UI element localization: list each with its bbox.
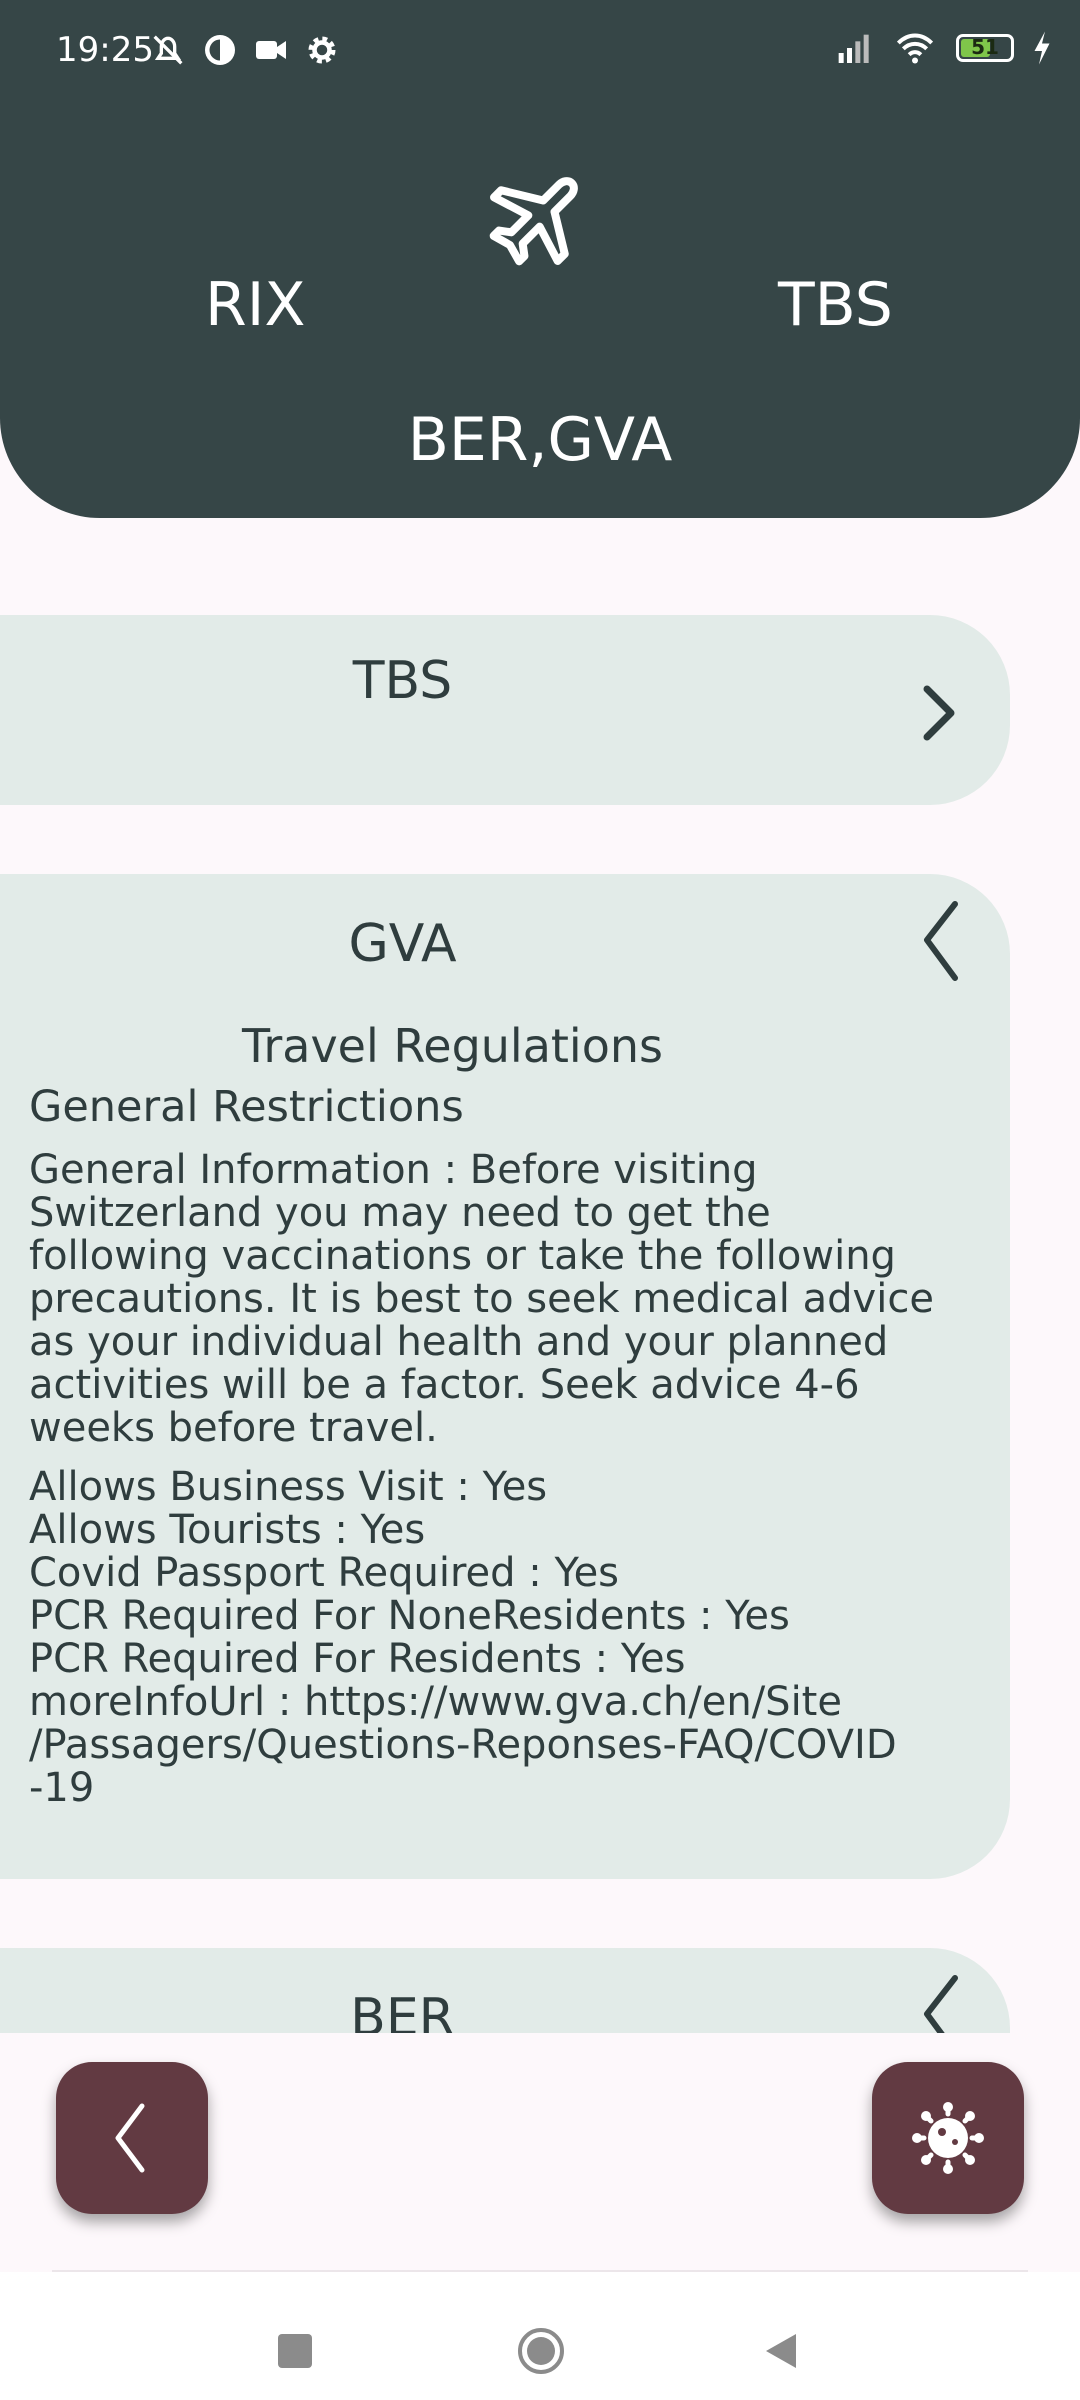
tourists-line: Allows Tourists : Yes (29, 1507, 426, 1553)
wifi-icon (896, 33, 934, 64)
silent-bell-icon (153, 35, 183, 65)
chevron-left-icon[interactable] (915, 896, 963, 986)
layover-codes: BER,GVA (407, 405, 673, 475)
battery-icon: 51 (956, 34, 1014, 62)
charging-bolt-icon (1034, 31, 1050, 65)
destinations-list: TBS GVA Travel Regulations General Restr… (0, 518, 1080, 2033)
video-camera-icon (256, 41, 286, 59)
regulations-title: Travel Regulations (242, 1019, 663, 1073)
battery-level: 51 (971, 35, 999, 59)
settings-gear-icon (308, 36, 336, 64)
back-button[interactable] (56, 2062, 208, 2214)
status-left-icons (148, 30, 340, 70)
system-navigation-bar (0, 2272, 1080, 2400)
card-title: GVA (348, 914, 457, 974)
section-title: General Restrictions (29, 1082, 464, 1132)
chevron-right-icon[interactable] (915, 677, 963, 749)
destination-card-ber[interactable]: BER (0, 1948, 1010, 2033)
signal-icon (838, 34, 869, 63)
covid-info-button[interactable] (872, 2062, 1024, 2214)
card-title: TBS (352, 651, 453, 711)
status-bar: 19:25 51 (0, 0, 1080, 104)
data-saver-icon (205, 35, 235, 65)
pcr-residents-line: PCR Required For Residents : Yes (29, 1636, 686, 1682)
more-info-url[interactable]: moreInfoUrl : https://www.gva.ch/en/Site… (29, 1681, 950, 1810)
status-time: 19:25 (56, 30, 154, 70)
virus-icon (912, 2102, 984, 2174)
general-information: General Information : Before visiting Sw… (29, 1147, 934, 1451)
card-title: BER (350, 1988, 455, 2033)
covid-passport-line: Covid Passport Required : Yes (29, 1550, 620, 1596)
regulations-body: General Restrictions General Information… (29, 1086, 950, 1810)
regulation-lines: Allows Business Visit : Yes Allows Touri… (29, 1466, 950, 1810)
business-visit-line: Allows Business Visit : Yes (29, 1464, 548, 1510)
origin-code: RIX (205, 270, 306, 340)
system-back-button[interactable] (760, 2330, 800, 2372)
pcr-nonresidents-line: PCR Required For NoneResidents : Yes (29, 1593, 790, 1639)
recents-button[interactable] (278, 2334, 312, 2368)
airplane-icon (489, 177, 578, 266)
destination-card-tbs[interactable]: TBS (0, 615, 1010, 805)
status-right-icons: 51 (830, 28, 1054, 68)
chevron-left-icon (115, 2103, 145, 2173)
chevron-left-icon[interactable] (915, 1970, 963, 2033)
destination-code: TBS (778, 270, 893, 340)
home-button[interactable] (516, 2326, 566, 2376)
destination-card-gva[interactable]: GVA Travel Regulations General Restricti… (0, 874, 1010, 1879)
